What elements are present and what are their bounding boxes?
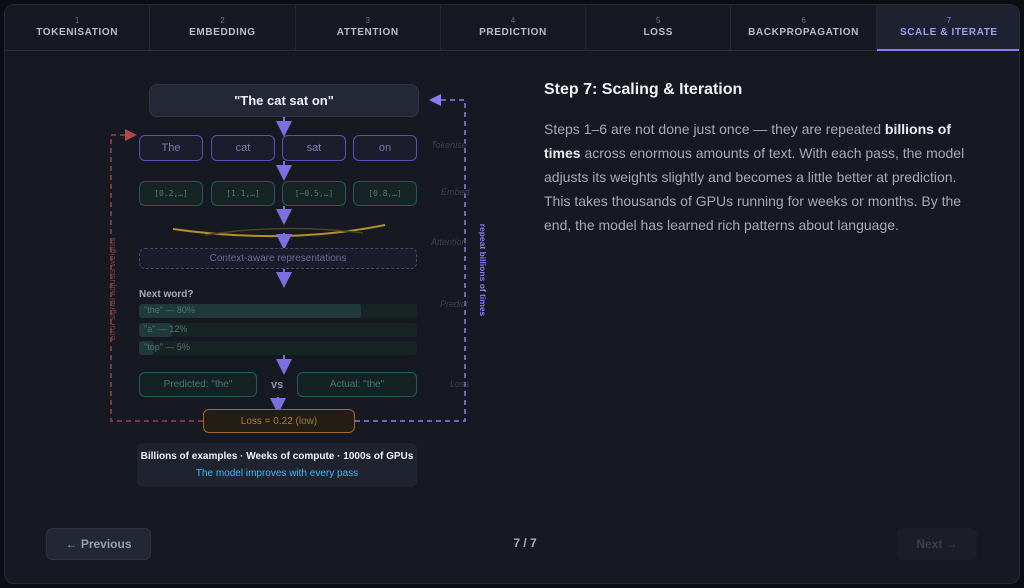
token-box: cat bbox=[211, 135, 275, 161]
tab-tokenisation[interactable]: 1 TOKENISATION bbox=[5, 5, 151, 50]
app-frame: 1 TOKENISATION 2 EMBEDDING 3 ATTENTION 4 PRE… bbox=[4, 4, 1020, 584]
attention-curve bbox=[172, 224, 386, 238]
stage-label-tokenise: Tokenise bbox=[431, 140, 467, 150]
tab-embedding[interactable]: 2 EMBEDDING bbox=[150, 5, 296, 50]
embedding-box: [0.2,…] bbox=[139, 181, 203, 206]
tab-backpropagation[interactable]: 6 BACKPROPAGATION bbox=[731, 5, 877, 50]
page-indicator: 7 / 7 bbox=[513, 536, 537, 550]
tab-number: 6 bbox=[801, 16, 806, 25]
tab-label: LOSS bbox=[643, 27, 674, 38]
prediction-label: "top" — 5% bbox=[144, 342, 190, 352]
predicted-box: Predicted: "the" bbox=[139, 372, 257, 397]
summary-tagline: The model improves with every pass bbox=[195, 468, 359, 479]
next-word-title: Next word? bbox=[139, 289, 194, 300]
stage-label-loss: Loss bbox=[450, 379, 470, 389]
embedding-box: [−0.5,…] bbox=[282, 181, 346, 206]
tab-label: BACKPROPAGATION bbox=[748, 27, 859, 38]
prediction-label: "a" — 12% bbox=[144, 324, 188, 334]
tab-attention[interactable]: 3 ATTENTION bbox=[296, 5, 441, 50]
tab-loss[interactable]: 5 LOSS bbox=[586, 5, 732, 50]
pipeline-diagram: "The cat sat on" The cat sat on [0.2,…] … bbox=[85, 65, 495, 495]
tab-number: 3 bbox=[365, 16, 370, 25]
tab-number: 1 bbox=[74, 16, 80, 25]
tab-number: 4 bbox=[510, 16, 516, 25]
step-tabs: 1 TOKENISATION 2 EMBEDDING 3 ATTENTION 4 PRE… bbox=[5, 5, 1019, 51]
tab-label: PREDICTION bbox=[479, 27, 547, 38]
repeat-loop-label: repeat billions of times bbox=[478, 223, 488, 317]
vs-label: vs bbox=[271, 379, 284, 391]
token-box: The bbox=[139, 135, 203, 161]
summary-stats: Billions of examples · Weeks of compute … bbox=[140, 451, 414, 462]
step-description: Steps 1–6 are not done just once — they … bbox=[544, 117, 974, 237]
context-box: Context-aware representations bbox=[139, 248, 417, 269]
tab-number: 7 bbox=[946, 16, 952, 25]
step-heading: Step 7: Scaling & Iteration bbox=[544, 81, 743, 98]
tab-label: ATTENTION bbox=[336, 27, 399, 38]
prediction-bar: "the" — 80% bbox=[139, 304, 417, 318]
summary-card: Billions of examples · Weeks of compute … bbox=[137, 443, 417, 487]
tab-label: TOKENISATION bbox=[36, 27, 119, 38]
embedding-box: [1.1,…] bbox=[211, 181, 275, 206]
tab-label: EMBEDDING bbox=[189, 27, 256, 38]
input-sentence: "The cat sat on" bbox=[149, 84, 419, 117]
prediction-bar: "top" — 5% bbox=[139, 341, 417, 355]
next-button[interactable]: Next → bbox=[897, 528, 977, 560]
stage-label-embed: Embed bbox=[441, 187, 470, 197]
stage-label-predict: Predict bbox=[440, 299, 469, 309]
tab-prediction[interactable]: 4 PREDICTION bbox=[441, 5, 587, 50]
actual-box: Actual: "the" bbox=[297, 372, 417, 397]
error-loop-label: error signal adjusts weights bbox=[107, 237, 117, 341]
prediction-bar: "a" — 12% bbox=[139, 323, 417, 337]
loss-box: Loss = 0.22 (low) bbox=[203, 409, 355, 433]
prediction-label: "the" — 80% bbox=[144, 305, 195, 315]
description-text: Steps 1–6 are not done just once — they … bbox=[544, 121, 885, 137]
tab-number: 5 bbox=[656, 16, 661, 25]
token-box: sat bbox=[282, 135, 346, 161]
previous-button[interactable]: ← Previous bbox=[46, 528, 151, 560]
embedding-box: [0.8,…] bbox=[353, 181, 417, 206]
tab-label: SCALE & ITERATE bbox=[899, 27, 998, 38]
description-text: across enormous amounts of text. With ea… bbox=[544, 145, 965, 233]
tab-scale-iterate[interactable]: 7 SCALE & ITERATE bbox=[876, 5, 1019, 51]
tab-number: 2 bbox=[220, 16, 225, 25]
stage-label-attention: Attention bbox=[431, 237, 467, 247]
token-box: on bbox=[353, 135, 417, 161]
